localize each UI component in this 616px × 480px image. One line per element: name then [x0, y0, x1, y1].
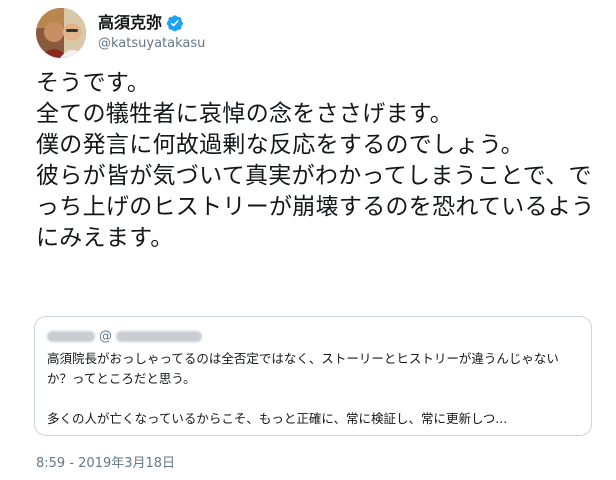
avatar-photo — [36, 8, 86, 58]
tweet-timestamp[interactable]: 8:59 - 2019年3月18日 — [36, 452, 175, 471]
tweet-card: 高須克弥 @katsuyatakasu そうです。 全ての犠牲者に哀悼の念をささ… — [0, 0, 616, 480]
author-info: 高須克弥 @katsuyatakasu — [98, 13, 205, 53]
tweet-text: そうです。 全ての犠牲者に哀悼の念をささげます。 僕の発言に何故過剰な反応をする… — [36, 70, 595, 251]
quoted-tweet[interactable]: @ 高須院長がおっしゃってるのは全否定ではなく、ストーリーとヒストリーが違うんじ… — [34, 316, 592, 436]
redacted-handle — [116, 330, 202, 342]
author-display-name[interactable]: 高須克弥 — [98, 13, 162, 33]
quoted-tweet-header: @ — [47, 327, 579, 345]
quoted-tweet-text: 高須院長がおっしゃってるのは全否定ではなく、ストーリーとヒストリーが違うんじゃな… — [47, 351, 559, 426]
name-row: 高須克弥 — [98, 13, 205, 33]
verified-badge-icon — [166, 15, 183, 32]
tweet-header: 高須克弥 @katsuyatakasu — [36, 8, 205, 58]
redacted-display-name — [47, 330, 95, 342]
avatar[interactable] — [36, 8, 86, 58]
quoted-at-sign: @ — [99, 328, 112, 344]
author-handle[interactable]: @katsuyatakasu — [98, 35, 205, 53]
